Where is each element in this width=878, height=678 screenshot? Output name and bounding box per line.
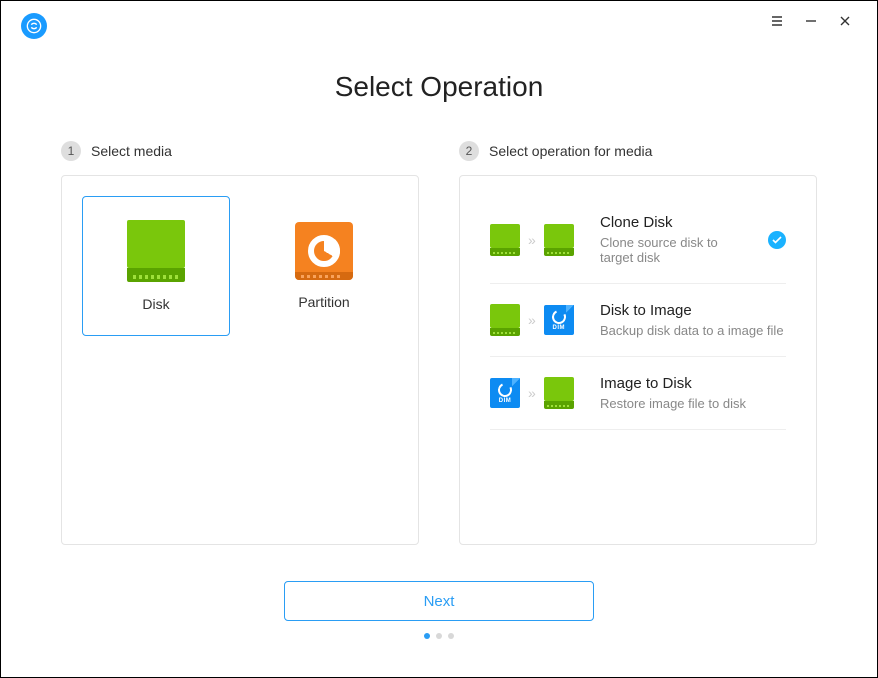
op-title: Clone Disk	[600, 214, 754, 231]
pager-dot[interactable]	[424, 633, 430, 639]
media-partition[interactable]: Partition	[250, 196, 398, 336]
dim-file-icon: DIM	[490, 378, 520, 408]
arrow-icon: »	[528, 312, 536, 328]
step1-badge: 1	[61, 141, 81, 161]
app-logo	[21, 13, 47, 39]
op-desc: Backup disk data to a image file	[600, 323, 786, 338]
disk-icon	[127, 220, 185, 282]
op-title: Image to Disk	[600, 375, 786, 392]
dim-file-icon: DIM	[544, 305, 574, 335]
op-title: Disk to Image	[600, 302, 786, 319]
pager-dot[interactable]	[448, 633, 454, 639]
step1-label: Select media	[91, 143, 172, 159]
close-icon[interactable]	[837, 13, 853, 29]
disk-icon	[490, 304, 520, 336]
step1-header: 1 Select media	[61, 141, 419, 161]
partition-icon	[295, 222, 353, 280]
op-clone-disk[interactable]: » Clone Disk Clone source disk to target…	[490, 196, 786, 284]
disk-icon	[490, 224, 520, 256]
media-disk[interactable]: Disk	[82, 196, 230, 336]
arrow-icon: »	[528, 385, 536, 401]
step2-header: 2 Select operation for media	[459, 141, 817, 161]
disk-icon	[544, 224, 574, 256]
next-button[interactable]: Next	[284, 581, 594, 621]
menu-icon[interactable]	[769, 13, 785, 29]
check-icon	[768, 231, 786, 249]
op-desc: Clone source disk to target disk	[600, 235, 754, 265]
step2-badge: 2	[459, 141, 479, 161]
op-image-to-disk[interactable]: DIM » Image to Disk Restore image file t…	[490, 357, 786, 430]
step2-label: Select operation for media	[489, 143, 652, 159]
minimize-icon[interactable]	[803, 13, 819, 29]
page-title: Select Operation	[1, 71, 877, 103]
media-disk-label: Disk	[142, 296, 169, 312]
op-disk-to-image[interactable]: » DIM Disk to Image Backup disk data to …	[490, 284, 786, 357]
media-partition-label: Partition	[298, 294, 349, 310]
op-desc: Restore image file to disk	[600, 396, 786, 411]
pager-dots	[1, 633, 877, 639]
arrow-icon: »	[528, 232, 536, 248]
disk-icon	[544, 377, 574, 409]
pager-dot[interactable]	[436, 633, 442, 639]
